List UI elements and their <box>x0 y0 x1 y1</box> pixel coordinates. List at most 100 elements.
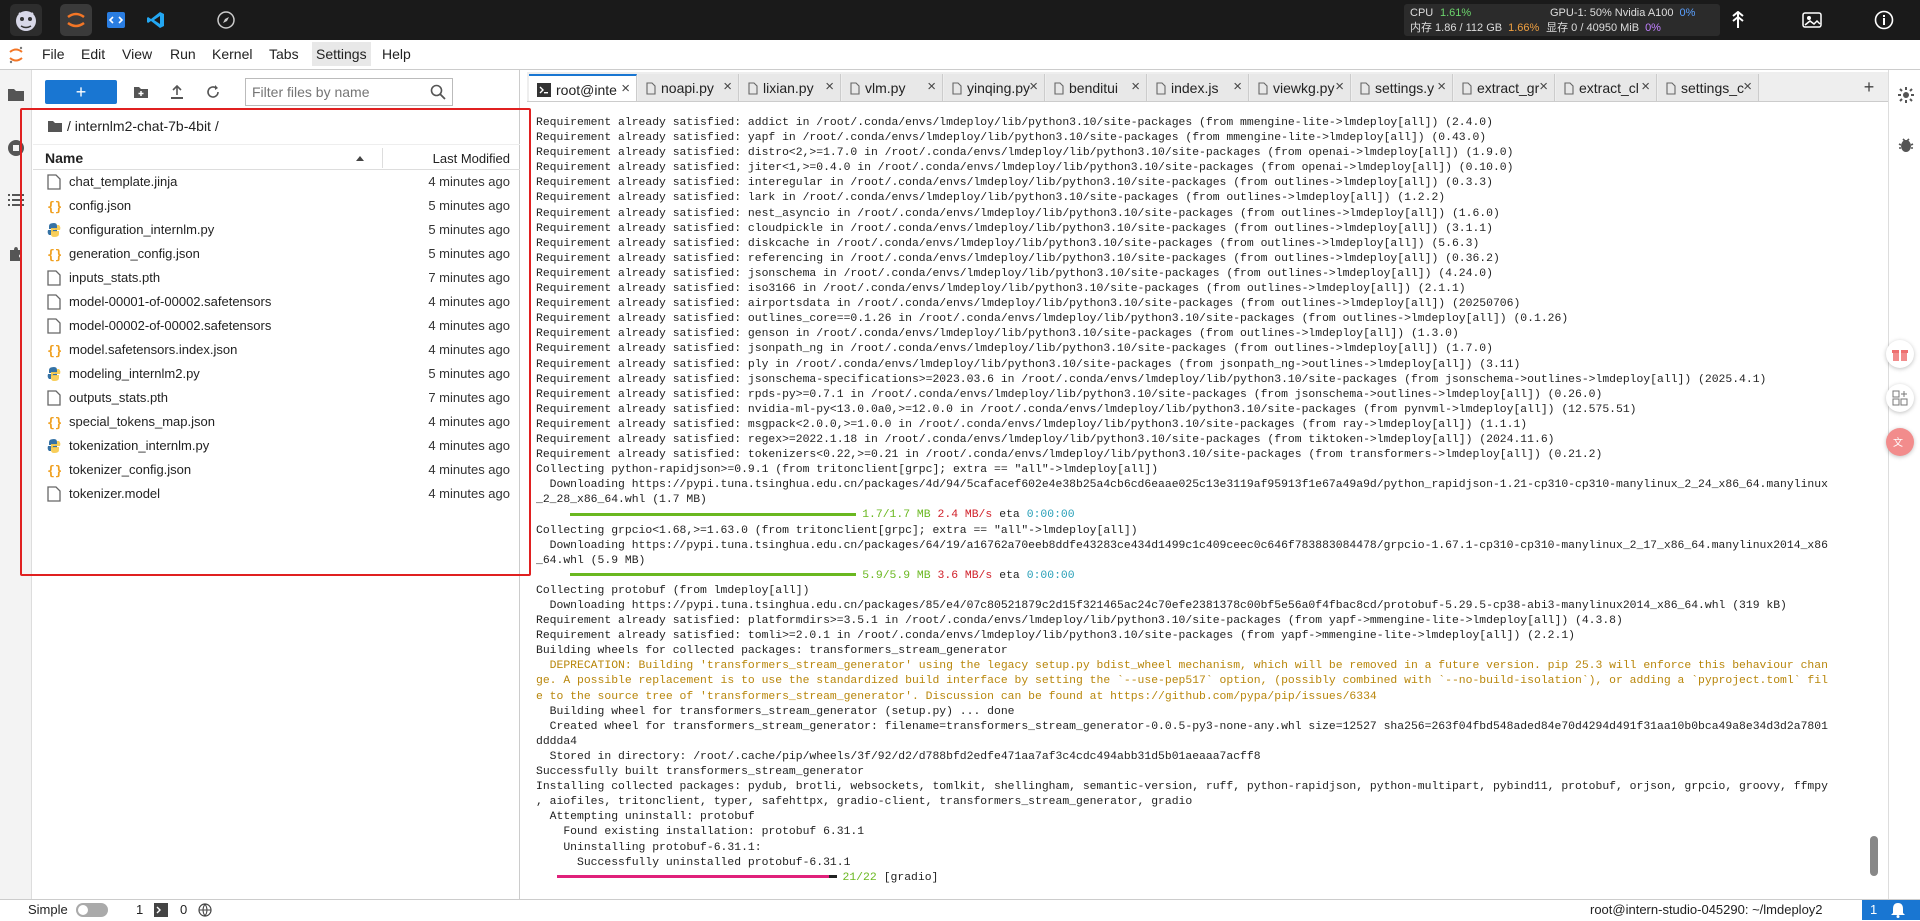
sort-ascending-icon[interactable] <box>355 152 365 162</box>
close-icon[interactable]: × <box>1131 78 1140 95</box>
menu-help[interactable]: Help <box>382 46 411 62</box>
compass-icon[interactable] <box>210 4 242 36</box>
info-icon[interactable] <box>1868 4 1900 36</box>
menu-view[interactable]: View <box>122 46 152 62</box>
close-icon[interactable]: × <box>1029 78 1038 95</box>
terminal-line: Requirement already satisfied: diskcache… <box>536 237 1480 250</box>
tab-file[interactable]: lixian.py × <box>740 74 841 101</box>
close-icon[interactable]: × <box>825 78 834 95</box>
breadcrumb-folder-icon[interactable] <box>47 119 63 133</box>
terminal-scrollbar[interactable] <box>1870 108 1878 888</box>
tab-file[interactable]: settings.y × <box>1352 74 1453 101</box>
upload-icon[interactable] <box>167 82 187 102</box>
file-icon <box>850 81 860 95</box>
vscode-icon[interactable] <box>140 4 172 36</box>
tab-file[interactable]: extract_cl × <box>1556 74 1657 101</box>
top-bar: CPU 1.61% GPU-1: 50% Nvidia A100 0% 内存 1… <box>0 0 1920 40</box>
file-row[interactable]: {} model.safetensors.index.json 4 minutes … <box>33 338 520 362</box>
tab-file[interactable]: vlm.py × <box>842 74 943 101</box>
close-icon[interactable]: × <box>723 78 732 95</box>
close-icon[interactable]: × <box>621 80 630 97</box>
progress-bar <box>556 875 829 879</box>
running-icon[interactable] <box>6 138 26 158</box>
refresh-icon[interactable] <box>203 82 223 102</box>
terminal-line: Requirement already satisfied: msgpack<2… <box>536 418 1528 431</box>
file-row[interactable]: model-00001-of-00002.safetensors 4 minute… <box>33 290 520 314</box>
menu-run[interactable]: Run <box>170 46 196 62</box>
jupyter-logo-icon <box>8 46 24 64</box>
file-row[interactable]: outputs_stats.pth 7 minutes ago <box>33 386 520 410</box>
apps-icon[interactable] <box>1886 384 1914 412</box>
file-row[interactable]: tokenizer.model 4 minutes ago <box>33 482 520 506</box>
globe-icon[interactable] <box>198 903 212 917</box>
tab-terminal[interactable]: root@inte × <box>529 74 637 101</box>
status-bar: Simple 1 0 root@intern-studio-045290: ~/… <box>0 899 1920 920</box>
translate-icon[interactable]: 文 <box>1886 428 1914 456</box>
close-icon[interactable]: × <box>1641 78 1650 95</box>
tune-icon[interactable] <box>1722 4 1754 36</box>
close-icon[interactable]: × <box>1539 78 1548 95</box>
menu-file[interactable]: File <box>42 46 65 62</box>
file-row[interactable]: {} special_tokens_map.json 4 minutes ago <box>33 410 520 434</box>
terminal-output[interactable]: Requirement already satisfied: addict in… <box>532 108 1872 888</box>
terminal-line: Requirement already satisfied: tokenizer… <box>536 449 1603 462</box>
column-name[interactable]: Name <box>45 150 83 166</box>
code-app-icon[interactable] <box>100 4 132 36</box>
folder-icon[interactable] <box>6 84 26 104</box>
progress-size: 5.9/5.9 MB <box>862 569 931 582</box>
file-row[interactable]: configuration_internlm.py 5 minutes ago <box>33 218 520 242</box>
tab-label: settings.y <box>1375 80 1435 96</box>
file-row[interactable]: {} config.json 5 minutes ago <box>33 194 520 218</box>
notification-count: 1 <box>1870 902 1878 917</box>
close-icon[interactable]: × <box>1437 78 1446 95</box>
scrollbar-thumb[interactable] <box>1870 836 1878 876</box>
close-icon[interactable]: × <box>1233 78 1242 95</box>
progress-eta-value: 0:00:00 <box>1026 509 1075 522</box>
intern-logo-icon[interactable] <box>10 4 42 36</box>
tab-file[interactable]: viewkg.py × <box>1250 74 1351 101</box>
tab-file[interactable]: noapi.py × <box>638 74 739 101</box>
file-row[interactable]: model-00002-of-00002.safetensors 4 minute… <box>33 314 520 338</box>
menu-kernel[interactable]: Kernel <box>212 46 252 62</box>
tab-file[interactable]: index.js × <box>1148 74 1249 101</box>
file-row[interactable]: modeling_internlm2.py 5 minutes ago <box>33 362 520 386</box>
menu-edit[interactable]: Edit <box>81 46 105 62</box>
file-row[interactable]: inputs_stats.pth 7 minutes ago <box>33 266 520 290</box>
property-inspector-icon[interactable] <box>1897 86 1915 104</box>
tab-label: viewkg.py <box>1273 80 1335 96</box>
menu-tabs[interactable]: Tabs <box>269 46 299 62</box>
terminal-count[interactable]: 0 <box>180 902 187 917</box>
filter-input[interactable] <box>252 83 422 101</box>
notifications-button[interactable]: 1 <box>1862 900 1920 920</box>
jupyter-app-icon[interactable] <box>60 4 92 36</box>
tab-file[interactable]: yinqing.py × <box>944 74 1045 101</box>
toc-icon[interactable] <box>6 190 26 210</box>
new-launcher-button[interactable]: + <box>45 80 117 104</box>
file-row[interactable]: {} generation_config.json 5 minutes ago <box>33 242 520 266</box>
json-icon: {} <box>47 198 63 215</box>
column-last-modified[interactable]: Last Modified <box>433 151 510 166</box>
close-icon[interactable]: × <box>927 78 936 95</box>
breadcrumb-path[interactable]: / internlm2-chat-7b-4bit / <box>67 118 219 134</box>
terminal-line: Requirement already satisfied: airportsd… <box>536 298 1521 311</box>
gift-icon[interactable] <box>1886 340 1914 368</box>
extension-icon[interactable] <box>6 244 26 264</box>
new-folder-icon[interactable] <box>131 82 151 102</box>
tab-file[interactable]: settings_c × <box>1658 74 1759 101</box>
image-icon[interactable] <box>1796 4 1828 36</box>
kernel-count[interactable]: 1 <box>136 902 143 917</box>
debugger-icon[interactable] <box>1897 136 1915 154</box>
tab-label: extract_gr <box>1477 80 1540 96</box>
close-icon[interactable]: × <box>1743 78 1752 95</box>
tab-file[interactable]: benditui × <box>1046 74 1147 101</box>
column-divider[interactable] <box>382 148 383 168</box>
tab-file[interactable]: extract_gr × <box>1454 74 1555 101</box>
close-icon[interactable]: × <box>1335 78 1344 95</box>
file-row[interactable]: {} tokenizer_config.json 4 minutes ago <box>33 458 520 482</box>
file-row[interactable]: tokenization_internlm.py 4 minutes ago <box>33 434 520 458</box>
progress-bar <box>570 512 857 516</box>
new-tab-button[interactable]: + <box>1857 74 1881 100</box>
simple-mode-toggle[interactable] <box>76 903 108 917</box>
file-row[interactable]: chat_template.jinja 4 minutes ago <box>33 170 520 194</box>
menu-settings[interactable]: Settings <box>312 42 371 66</box>
